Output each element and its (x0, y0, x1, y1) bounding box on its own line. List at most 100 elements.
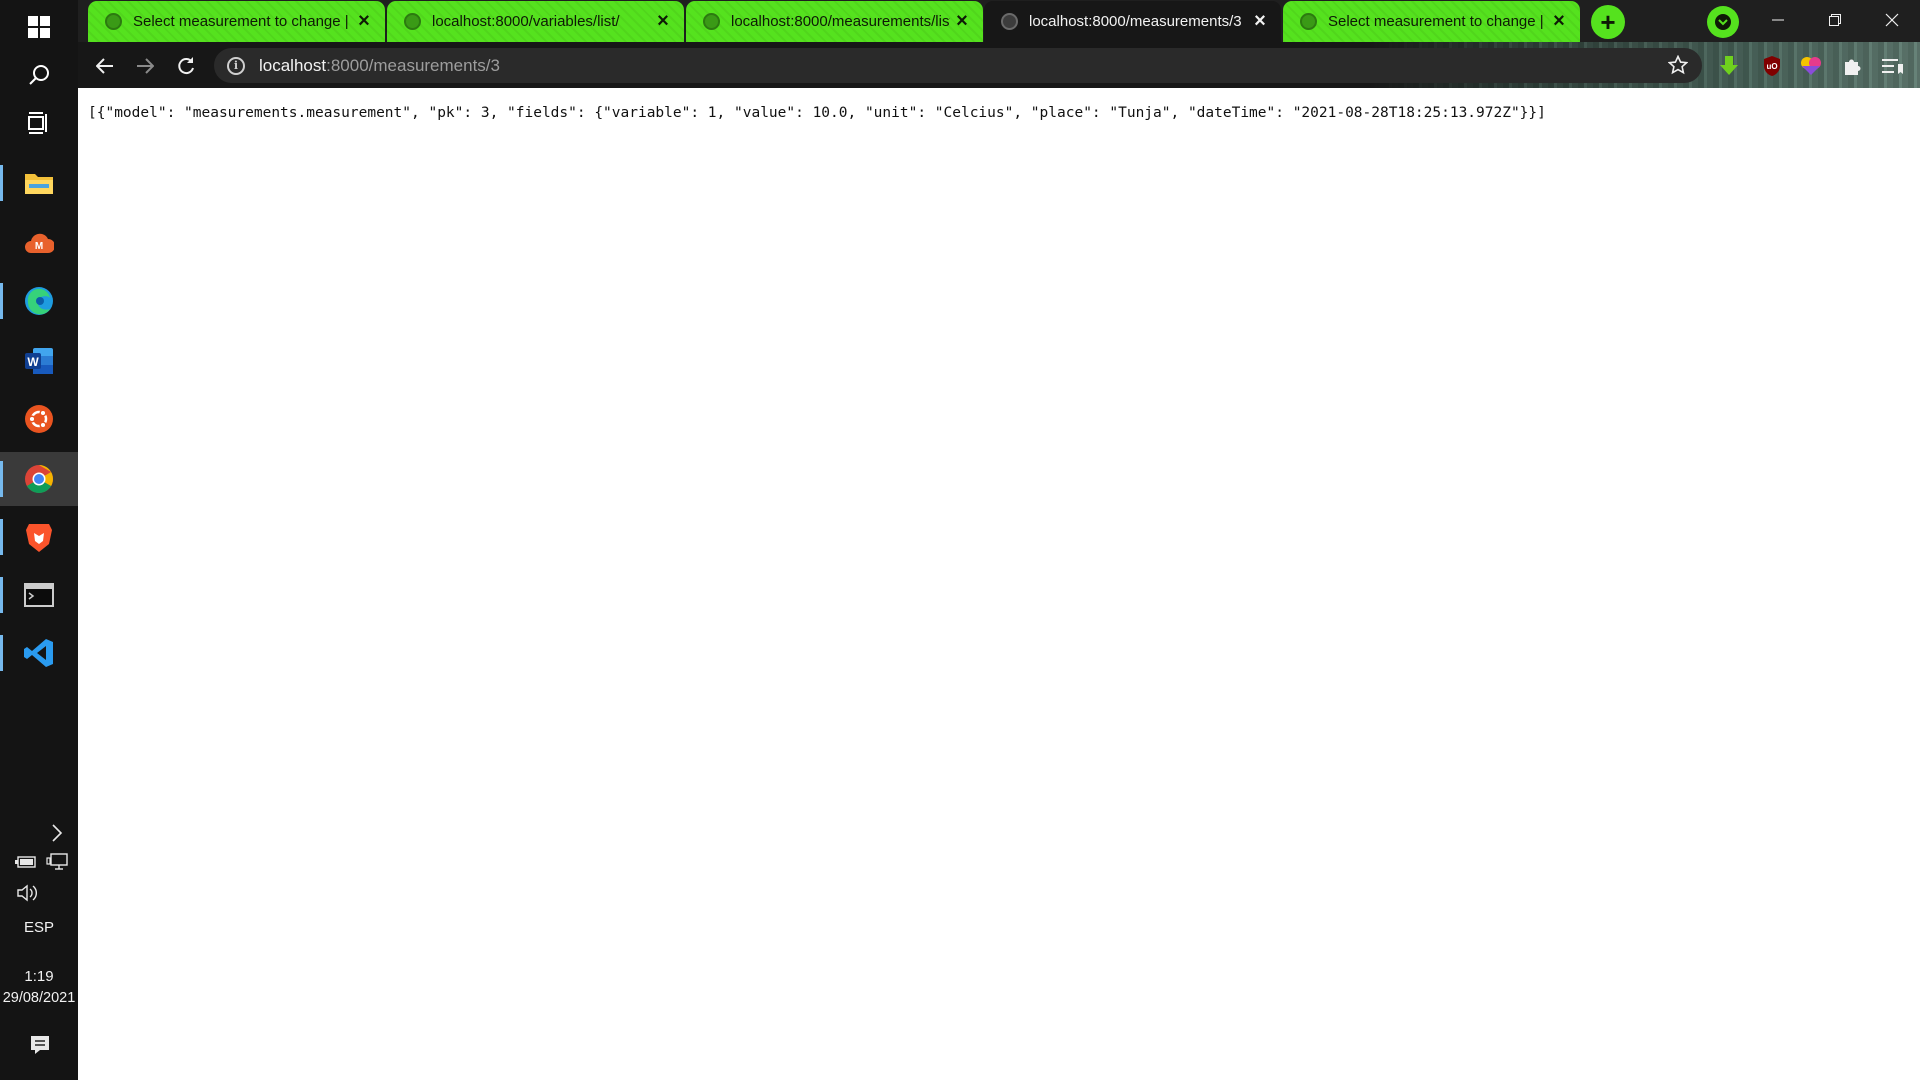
svg-text:W: W (27, 355, 39, 369)
search-button[interactable] (0, 48, 78, 102)
running-indicator (0, 635, 3, 671)
running-indicator (0, 165, 3, 201)
arrow-left-icon (96, 58, 113, 74)
edge-icon (25, 287, 53, 315)
network-tray-button[interactable] (44, 852, 70, 872)
reading-list-button[interactable] (1879, 53, 1905, 79)
globe-icon (703, 13, 720, 30)
tab-title: Select measurement to change | (133, 13, 349, 30)
bookmark-star-icon[interactable] (1667, 54, 1689, 76)
browser-toolbar: i localhost:8000/measurements/3 uO (78, 42, 1920, 88)
globe-icon (1300, 13, 1317, 30)
search-icon (29, 65, 49, 85)
tab-search-button[interactable] (1707, 6, 1739, 38)
svg-text:uO: uO (1766, 62, 1777, 71)
forward-button[interactable] (130, 51, 160, 81)
taskbar-app-mega[interactable]: M (0, 216, 78, 270)
taskbar-app-terminal[interactable] (0, 568, 78, 622)
minimize-button[interactable] (1750, 0, 1806, 40)
download-extension-button[interactable] (1716, 53, 1742, 79)
close-icon[interactable]: × (1248, 10, 1272, 34)
ublock-extension-button[interactable]: uO (1759, 53, 1785, 79)
chevron-right-icon (52, 824, 63, 842)
close-icon (1885, 13, 1899, 27)
back-button[interactable] (90, 51, 120, 81)
cloud-m-icon: M (25, 233, 54, 253)
taskbar-app-edge[interactable] (0, 274, 78, 328)
taskbar-app-brave[interactable] (0, 510, 78, 564)
reload-icon (178, 57, 194, 75)
windows-logo-icon (28, 16, 50, 38)
chevron-down-icon (1715, 14, 1731, 30)
color-extension-button[interactable] (1798, 53, 1824, 79)
ublock-shield-icon: uO (1764, 56, 1780, 76)
restore-button[interactable] (1807, 0, 1863, 40)
task-view-button[interactable] (0, 96, 78, 150)
url-text[interactable]: localhost:8000/measurements/3 (259, 56, 500, 76)
close-icon[interactable]: × (1547, 10, 1571, 34)
running-indicator (0, 461, 3, 497)
tab-title: localhost:8000/measurements/3 (1029, 13, 1242, 30)
action-center-button[interactable] (27, 1032, 53, 1058)
extensions-button[interactable] (1839, 53, 1865, 79)
tab-strip: Select measurement to change | × localho… (78, 0, 1920, 42)
show-hidden-icons-button[interactable] (44, 820, 70, 846)
json-response-text: [{"model": "measurements.measurement", "… (88, 105, 1546, 121)
reading-list-icon (1882, 59, 1903, 74)
taskbar-app-file-explorer[interactable] (0, 156, 78, 210)
download-arrow-icon (1720, 56, 1738, 75)
vscode-icon (24, 639, 53, 667)
page-content: [{"model": "measurements.measurement", "… (78, 88, 1920, 1080)
running-indicator (0, 519, 3, 555)
battery-tray-button[interactable] (14, 852, 38, 872)
reload-button[interactable] (171, 51, 201, 81)
volume-tray-button[interactable] (14, 882, 40, 904)
taskbar-app-chrome[interactable] (0, 452, 78, 506)
speaker-icon (17, 884, 37, 902)
taskbar-app-vscode[interactable] (0, 626, 78, 680)
arrow-right-icon (137, 58, 154, 74)
tab-title: localhost:8000/variables/list/ (432, 13, 620, 30)
tab-3[interactable]: localhost:8000/measurements/list × (686, 1, 983, 42)
task-view-icon (28, 112, 47, 134)
address-bar[interactable]: i localhost:8000/measurements/3 (214, 48, 1702, 83)
tab-2[interactable]: localhost:8000/variables/list/ × (387, 1, 684, 42)
globe-icon (1001, 13, 1018, 30)
restore-icon (1829, 14, 1841, 26)
info-icon[interactable]: i (227, 56, 245, 75)
plus-icon: + (1600, 6, 1616, 37)
clock-time: 1:19 (24, 968, 54, 985)
heart-extension-icon (1801, 57, 1821, 75)
tab-title: localhost:8000/measurements/list (731, 13, 950, 30)
running-indicator (0, 283, 3, 319)
chrome-icon (25, 465, 53, 493)
battery-icon (15, 856, 36, 868)
notification-icon (31, 1036, 49, 1054)
terminal-icon (24, 583, 54, 607)
taskbar-app-ubuntu[interactable] (0, 392, 78, 446)
tab-1[interactable]: Select measurement to change | × (88, 1, 385, 42)
new-tab-button[interactable]: + (1591, 5, 1625, 39)
globe-icon (105, 13, 122, 30)
word-icon: W (25, 348, 53, 374)
url-path: :8000/measurements/3 (326, 55, 500, 75)
close-icon[interactable]: × (651, 10, 675, 34)
puzzle-icon (1845, 59, 1861, 75)
taskbar-app-word[interactable]: W (0, 334, 78, 388)
running-indicator (0, 577, 3, 613)
ubuntu-icon (25, 405, 53, 433)
folder-icon (25, 174, 53, 194)
brave-lion-icon (26, 524, 52, 552)
close-icon[interactable]: × (352, 10, 376, 34)
tab-4-active[interactable]: localhost:8000/measurements/3 × (984, 1, 1281, 42)
start-button[interactable] (0, 0, 78, 54)
globe-icon (404, 13, 421, 30)
close-icon[interactable]: × (950, 10, 974, 34)
taskbar: M W ESP 1:19 29/08/2021 (0, 0, 78, 1080)
svg-text:M: M (35, 241, 43, 252)
network-monitor-icon (46, 853, 68, 870)
language-indicator[interactable]: ESP (0, 919, 78, 936)
tab-5[interactable]: Select measurement to change | × (1283, 1, 1580, 42)
close-window-button[interactable] (1864, 0, 1920, 40)
minimize-icon (1772, 19, 1784, 21)
